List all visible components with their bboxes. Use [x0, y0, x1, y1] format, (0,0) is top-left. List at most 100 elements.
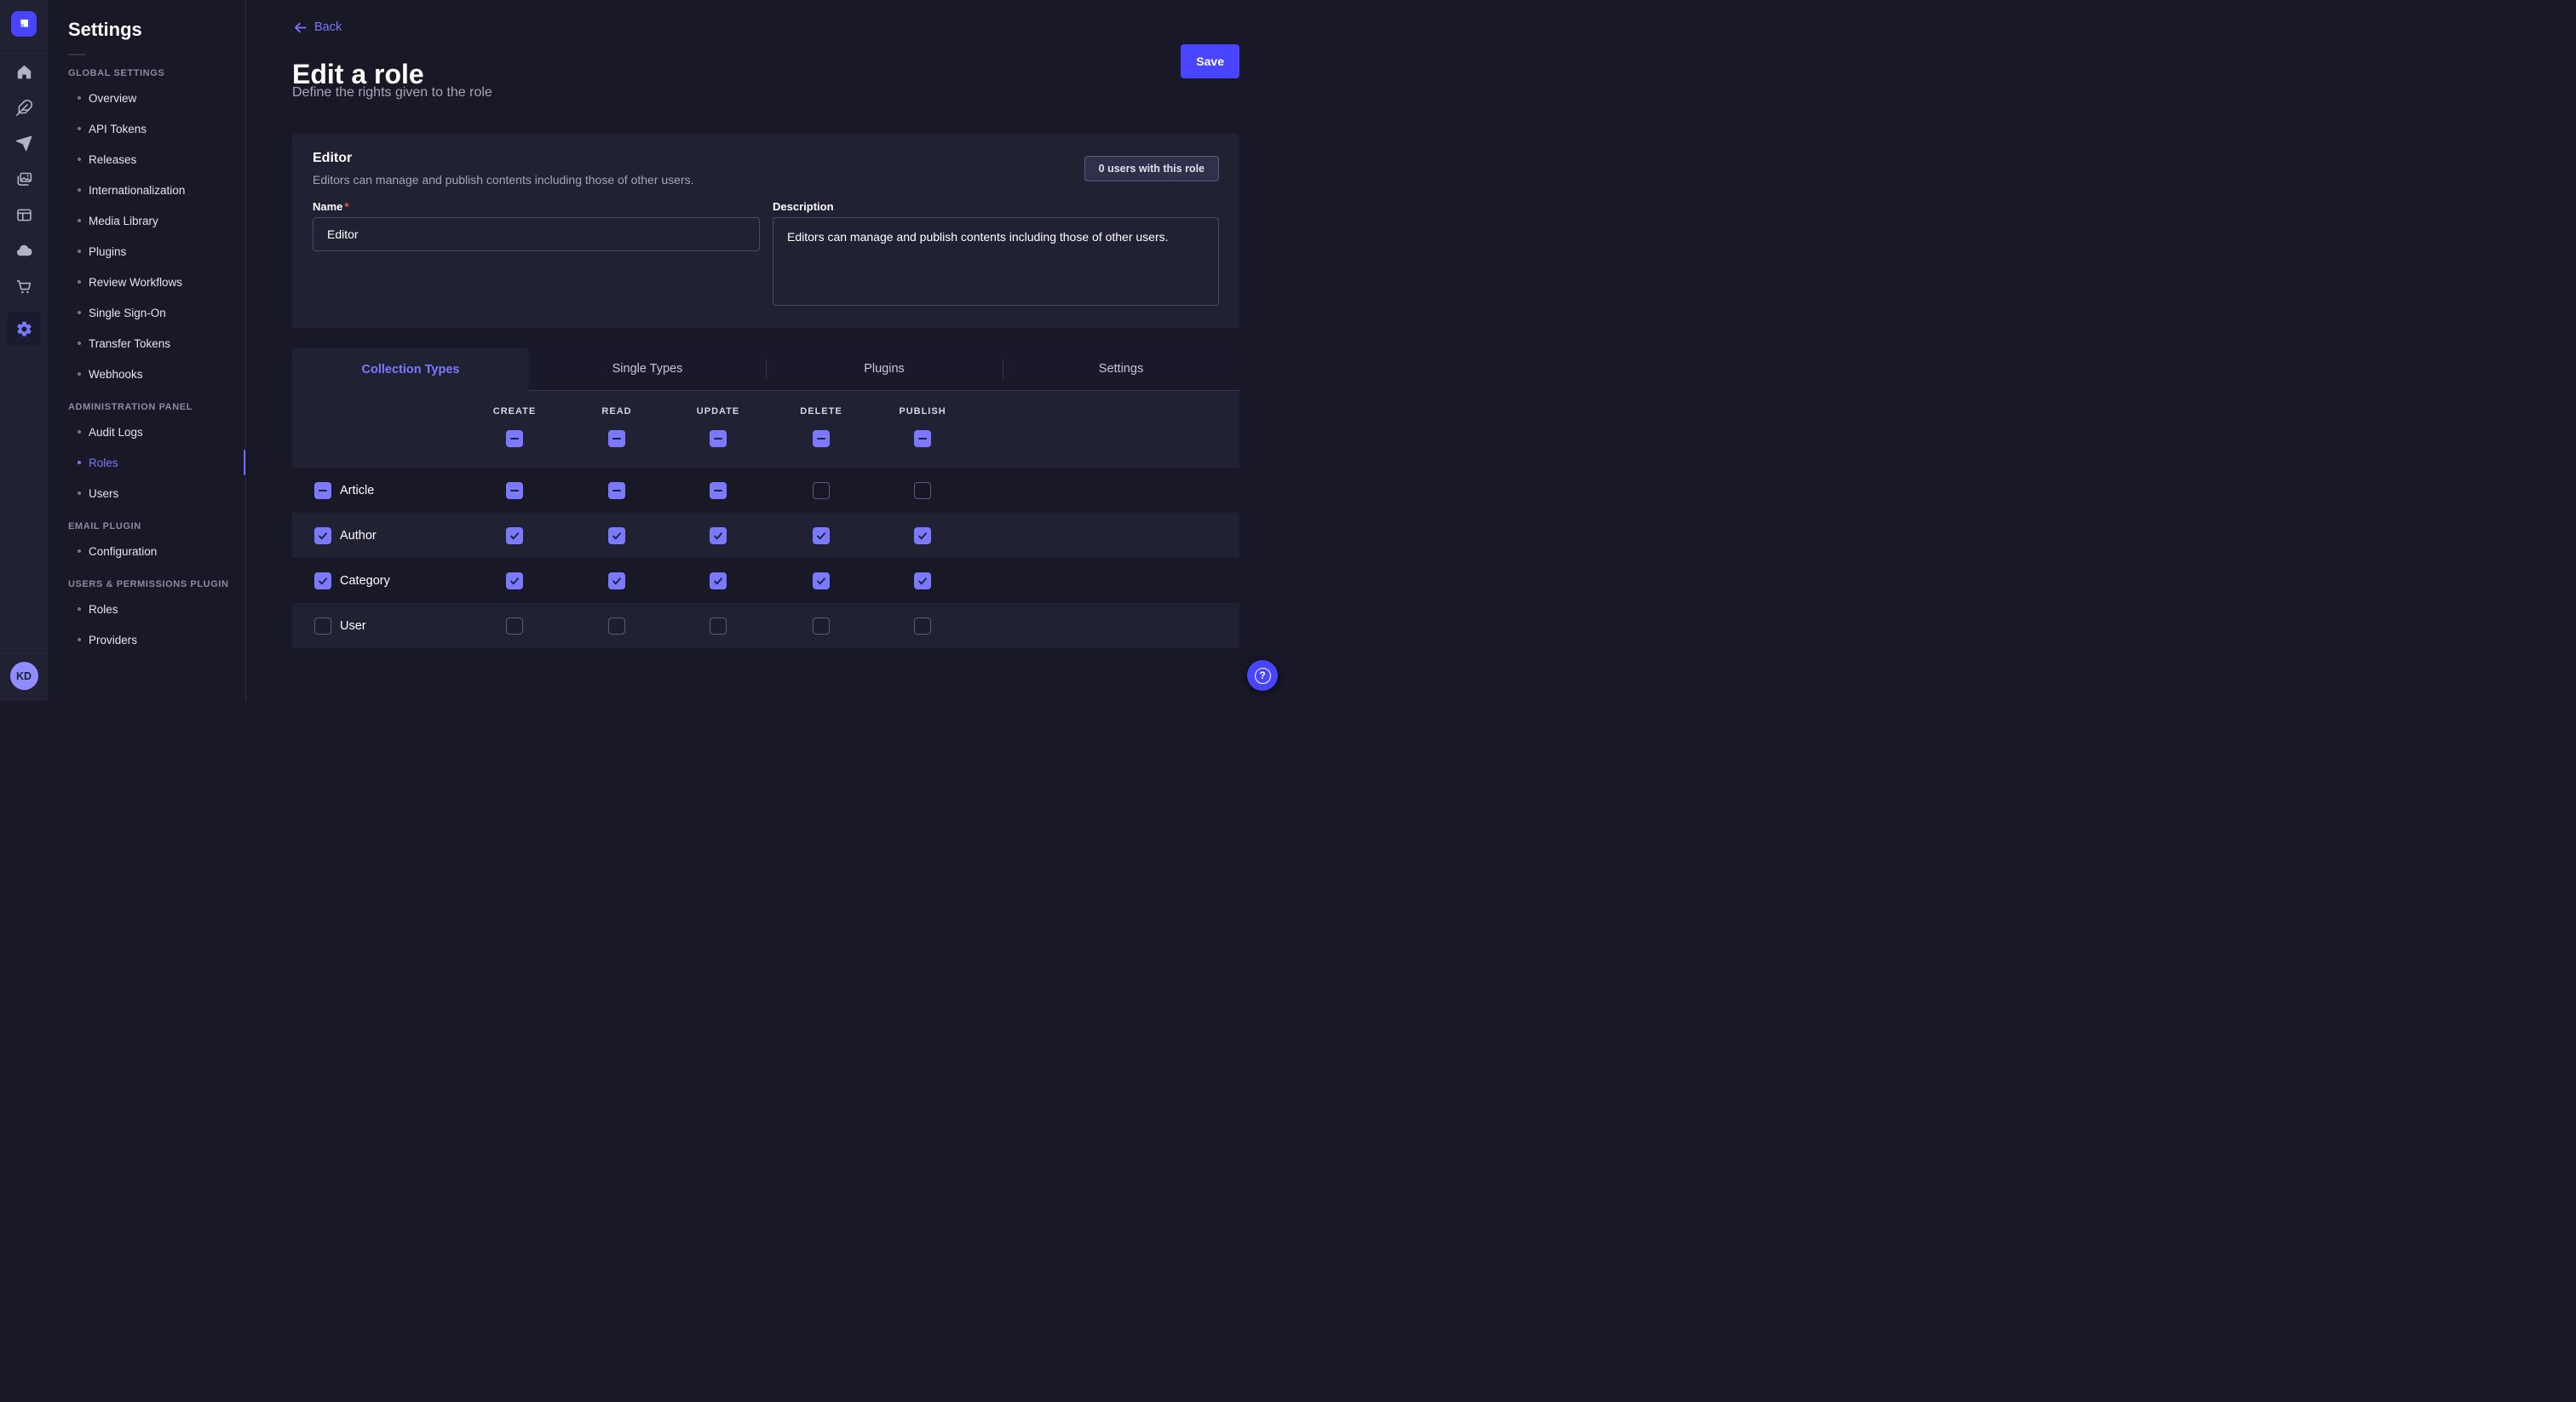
select-all-read-checkbox[interactable]	[608, 430, 625, 447]
user-read-checkbox[interactable]	[608, 618, 625, 635]
sidebar-item-internationalization[interactable]: Internationalization	[48, 175, 245, 205]
required-asterisk: *	[344, 200, 348, 213]
sidebar-item-review-workflows[interactable]: Review Workflows	[48, 267, 245, 297]
author-create-checkbox[interactable]	[506, 527, 523, 544]
description-field[interactable]: Editors can manage and publish contents …	[773, 217, 1219, 306]
sidebar-item-configuration[interactable]: Configuration	[48, 536, 245, 566]
sidebar-item-label: Single Sign-On	[89, 307, 166, 319]
article-publish-checkbox[interactable]	[914, 482, 931, 499]
row-label: Article	[340, 484, 374, 497]
back-link[interactable]: Back	[294, 20, 342, 34]
strapi-logo[interactable]	[11, 11, 37, 37]
author-update-checkbox[interactable]	[710, 527, 727, 544]
sidebar-item-label: Media Library	[89, 215, 158, 227]
tab-collection-types[interactable]: Collection Types	[292, 348, 529, 391]
article-delete-checkbox[interactable]	[813, 482, 830, 499]
sidebar-item-label: Review Workflows	[89, 276, 182, 289]
permission-row-user: User	[292, 603, 1239, 648]
tab-single-types[interactable]: Single Types	[529, 348, 766, 391]
bullet-icon	[78, 280, 81, 284]
media-library-icon[interactable]	[14, 169, 34, 189]
permissions-header-row: CREATEREADUPDATEDELETEPUBLISH	[292, 391, 1239, 468]
sidebar-item-roles[interactable]: Roles	[48, 447, 245, 478]
sidebar-item-audit-logs[interactable]: Audit Logs	[48, 417, 245, 447]
bullet-icon	[78, 219, 81, 222]
category-delete-checkbox[interactable]	[813, 572, 830, 589]
author-publish-checkbox[interactable]	[914, 527, 931, 544]
settings-gear-icon[interactable]	[7, 312, 41, 346]
article-read-checkbox[interactable]	[608, 482, 625, 499]
select-all-delete-checkbox[interactable]	[813, 430, 830, 447]
article-create-checkbox[interactable]	[506, 482, 523, 499]
sidebar-item-media-library[interactable]: Media Library	[48, 205, 245, 236]
select-all-update-checkbox[interactable]	[710, 430, 727, 447]
avatar[interactable]: KD	[10, 662, 38, 690]
article-row-checkbox[interactable]	[314, 482, 331, 499]
tab-settings[interactable]: Settings	[1003, 348, 1239, 391]
main-content: Back Edit a role Define the rights given…	[246, 0, 1288, 701]
marketplace-cart-icon[interactable]	[14, 276, 34, 296]
sidebar-item-single-sign-on[interactable]: Single Sign-On	[48, 297, 245, 328]
row-label: User	[340, 619, 366, 633]
help-button[interactable]: ?	[1247, 660, 1278, 691]
feather-icon[interactable]	[14, 97, 34, 118]
sidebar-item-providers[interactable]: Providers	[48, 624, 245, 655]
layout-icon[interactable]	[14, 204, 34, 225]
app-root: KD Settings GLOBAL SETTINGSOverviewAPI T…	[0, 0, 1288, 701]
sidebar-section-label: GLOBAL SETTINGS	[48, 68, 245, 83]
category-create-checkbox[interactable]	[506, 572, 523, 589]
sidebar-item-overview[interactable]: Overview	[48, 83, 245, 113]
category-row-checkbox[interactable]	[314, 572, 331, 589]
sidebar-item-label: API Tokens	[89, 123, 147, 135]
bullet-icon	[78, 607, 81, 611]
bullet-icon	[78, 96, 81, 100]
user-create-checkbox[interactable]	[506, 618, 523, 635]
user-row-checkbox[interactable]	[314, 618, 331, 635]
home-icon[interactable]	[14, 61, 34, 82]
category-read-checkbox[interactable]	[608, 572, 625, 589]
author-row-checkbox[interactable]	[314, 527, 331, 544]
bullet-icon	[78, 250, 81, 253]
column-header-update: UPDATE	[697, 406, 739, 417]
save-button[interactable]: Save	[1181, 44, 1239, 78]
sidebar-item-transfer-tokens[interactable]: Transfer Tokens	[48, 328, 245, 359]
sidebar-item-webhooks[interactable]: Webhooks	[48, 359, 245, 389]
bullet-icon	[78, 430, 81, 434]
user-publish-checkbox[interactable]	[914, 618, 931, 635]
select-all-create-checkbox[interactable]	[506, 430, 523, 447]
settings-subnav: Settings GLOBAL SETTINGSOverviewAPI Toke…	[48, 0, 246, 701]
permissions-table: CREATEREADUPDATEDELETEPUBLISH ArticleAut…	[292, 391, 1239, 648]
sidebar-item-label: Internationalization	[89, 184, 185, 197]
sidebar-item-plugins[interactable]: Plugins	[48, 236, 245, 267]
column-header-publish: PUBLISH	[899, 406, 946, 417]
user-update-checkbox[interactable]	[710, 618, 727, 635]
bullet-icon	[78, 549, 81, 553]
sidebar-item-users[interactable]: Users	[48, 478, 245, 509]
article-update-checkbox[interactable]	[710, 482, 727, 499]
sidebar-section: ADMINISTRATION PANELAudit LogsRolesUsers	[48, 402, 245, 509]
cloud-icon[interactable]	[14, 240, 34, 261]
row-label: Category	[340, 574, 390, 588]
select-all-publish-checkbox[interactable]	[914, 430, 931, 447]
user-delete-checkbox[interactable]	[813, 618, 830, 635]
sidebar-item-label: Roles	[89, 457, 118, 469]
sidebar-item-roles[interactable]: Roles	[48, 594, 245, 624]
permissions-rows: ArticleAuthorCategoryUser	[292, 468, 1239, 648]
bullet-icon	[78, 311, 81, 314]
category-update-checkbox[interactable]	[710, 572, 727, 589]
bullet-icon	[78, 372, 81, 376]
name-field[interactable]	[313, 217, 760, 251]
author-read-checkbox[interactable]	[608, 527, 625, 544]
author-delete-checkbox[interactable]	[813, 527, 830, 544]
permission-row-article: Article	[292, 468, 1239, 513]
sidebar-item-api-tokens[interactable]: API Tokens	[48, 113, 245, 144]
role-title: Editor	[313, 151, 352, 166]
sidebar-item-releases[interactable]: Releases	[48, 144, 245, 175]
tab-plugins[interactable]: Plugins	[766, 348, 1003, 391]
title-divider	[68, 54, 85, 55]
users-with-role-button[interactable]: 0 users with this role	[1084, 156, 1219, 181]
category-publish-checkbox[interactable]	[914, 572, 931, 589]
paper-plane-icon[interactable]	[14, 133, 34, 153]
bullet-icon	[78, 342, 81, 345]
bullet-icon	[78, 461, 81, 464]
